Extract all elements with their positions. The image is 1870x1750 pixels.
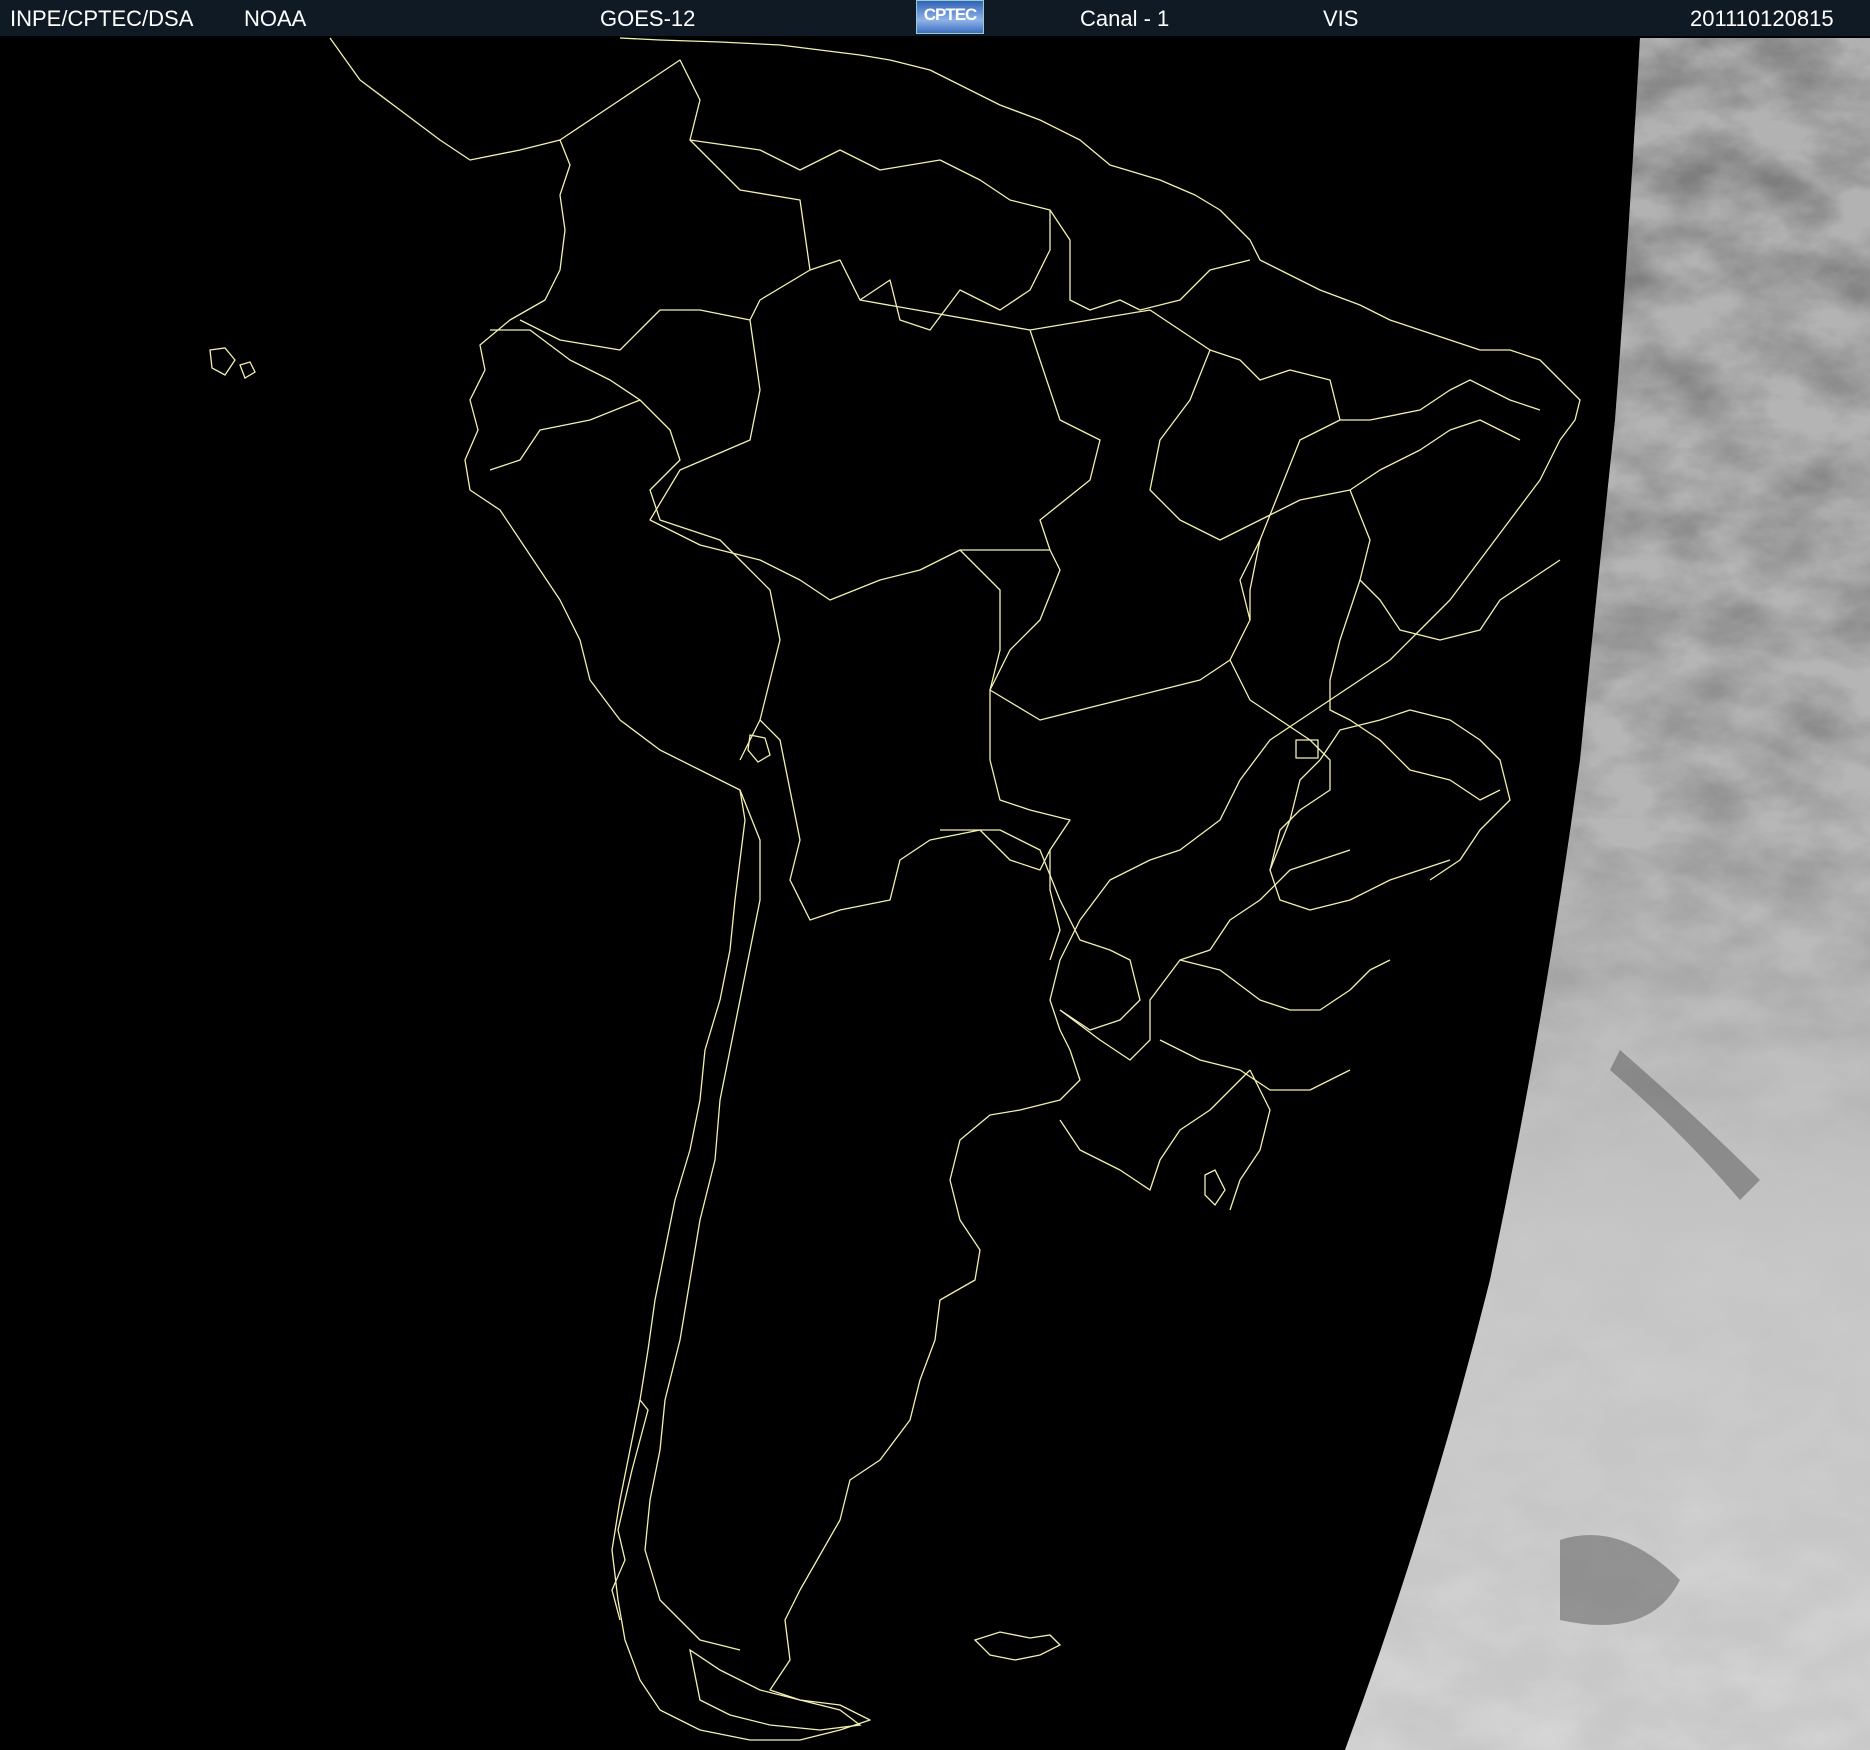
source-label: NOAA xyxy=(244,6,307,31)
border-brazil-amazon xyxy=(859,299,1101,551)
satellite-label: GOES-12 xyxy=(600,6,696,31)
lagoa-patos xyxy=(1204,1169,1226,1207)
border-chile-argentina xyxy=(644,789,761,1651)
border-peru xyxy=(639,399,781,761)
border-para xyxy=(1029,309,1341,620)
southern-islands xyxy=(209,347,1226,1731)
chiloe-archipelago xyxy=(611,1399,649,1621)
border-minas xyxy=(1319,709,1511,881)
cloud-texture xyxy=(1345,38,1870,1750)
coastline xyxy=(329,37,1581,1741)
header-bar: INPE/CPTEC/DSA NOAA GOES-12 CPTEC Canal … xyxy=(0,0,1870,36)
channel-label: Canal - 1 xyxy=(1080,6,1170,31)
map-borders xyxy=(329,37,1581,1741)
satellite-map xyxy=(0,36,1870,1750)
border-states-6 xyxy=(1179,959,1391,1011)
border-uruguay xyxy=(1059,1069,1251,1191)
border-mato-grosso xyxy=(959,539,1261,721)
border-states-3 xyxy=(1349,489,1561,641)
galapagos-islands xyxy=(209,347,256,379)
logo-text: CPTEC xyxy=(923,5,978,24)
border-states-4 xyxy=(1329,579,1501,801)
agency-label: INPE/CPTEC/DSA xyxy=(10,6,194,31)
border-states-5 xyxy=(1229,659,1451,911)
border-states-1 xyxy=(1149,349,1521,541)
border-brazil-west xyxy=(649,319,1071,961)
cptec-logo: CPTEC xyxy=(916,0,984,34)
border-colombia xyxy=(519,59,811,351)
lake-titicaca xyxy=(747,734,771,763)
timestamp-label: 201110120815 xyxy=(1690,6,1834,31)
border-federal-district xyxy=(1295,739,1319,759)
border-states-7 xyxy=(1159,1039,1351,1091)
falkland-islands xyxy=(973,1631,1062,1661)
border-states-8 xyxy=(1229,1069,1271,1211)
map-canvas xyxy=(209,37,1870,1750)
border-paraguay xyxy=(940,829,1141,1031)
border-ecuador xyxy=(489,329,641,471)
border-states-2 xyxy=(1340,379,1541,421)
border-argentina-brazil xyxy=(1059,849,1351,1061)
border-bolivia xyxy=(759,719,1051,921)
band-label: VIS xyxy=(1323,6,1359,31)
border-guyanas xyxy=(1049,209,1251,311)
tierra-del-fuego xyxy=(689,1648,862,1731)
